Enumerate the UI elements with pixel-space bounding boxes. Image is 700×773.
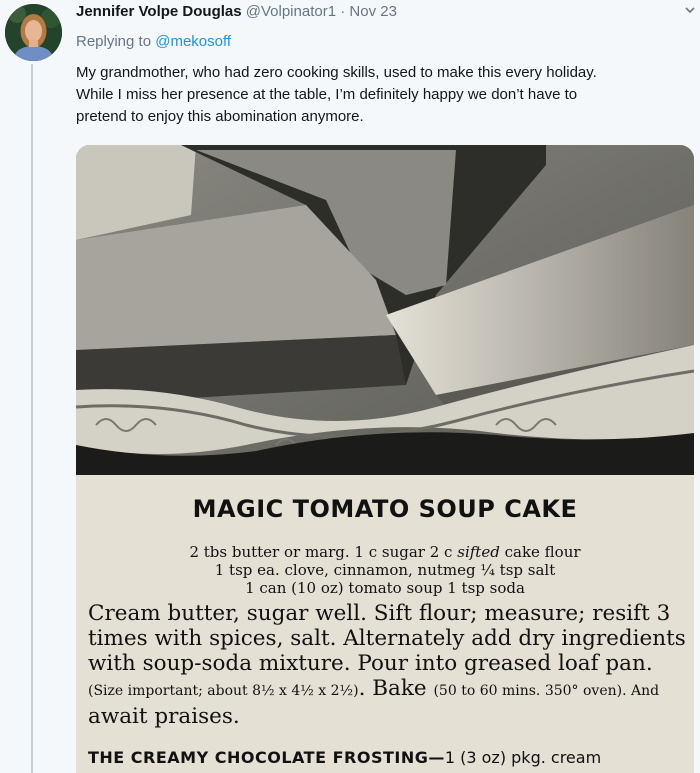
tweet-text: My grandmother, who had zero cooking ski… [76,62,676,128]
tweet-text-line: While I miss her presence at the table, … [76,86,578,103]
ingredients-line: 2 tbs butter or marg. 1 c sugar 2 c sift… [76,543,694,561]
frosting-text: 1 (3 oz) pkg. cream [444,748,602,767]
author-name[interactable]: Jennifer Volpe Douglas [76,3,242,20]
instructions-bake: . Bake [358,676,427,701]
tweet-text-line: My grandmother, who had zero cooking ski… [76,64,597,81]
tweet-text-line: pretend to enjoy this abomination anymor… [76,108,364,125]
ingredients-text: 2 tbs butter or marg. 1 c sugar 2 c [189,543,453,561]
avatar[interactable] [5,4,62,61]
thread-line [31,64,33,773]
ingredients-line: 1 can (10 oz) tomato soup 1 tsp soda [245,579,525,597]
frosting-line: THE CREAMY CHOCOLATE FROSTING—1 (3 oz) p… [88,748,694,767]
tweet-image[interactable]: MAGIC TOMATO SOUP CAKE 2 tbs butter or m… [76,145,694,773]
recipe-instructions: Cream butter, sugar well. Sift flour; me… [88,601,688,729]
recipe-card: MAGIC TOMATO SOUP CAKE 2 tbs butter or m… [76,475,694,773]
instructions-end-small: . And [622,683,660,699]
chevron-down-icon[interactable] [684,4,696,16]
instructions-bake-note: (50 to 60 mins. 350° oven) [433,683,623,699]
tweet-header: Jennifer Volpe Douglas @Volpinator1 · No… [76,3,397,20]
replying-to-label: Replying to [76,33,152,50]
ingredients-line: 1 tsp ea. clove, cinnamon, nutmeg ¼ tsp … [214,561,556,579]
ingredients-sifted: sifted [457,543,500,561]
author-handle[interactable]: @Volpinator1 [246,3,336,20]
instructions-main: Cream butter, sugar well. Sift flour; me… [88,601,686,676]
ingredients-text: cake flour [504,543,581,561]
replying-to: Replying to @mekosoff [76,33,231,50]
instructions-size-note: (Size important; about 8½ x 4½ x 2½) [88,683,359,699]
instructions-end: await praises. [88,704,240,729]
separator-dot: · [340,3,346,20]
recipe-title: MAGIC TOMATO SOUP CAKE [192,495,578,523]
reply-mention-link[interactable]: @mekosoff [155,33,231,50]
cake-photo [76,145,694,475]
tweet[interactable]: Jennifer Volpe Douglas @Volpinator1 · No… [0,0,700,773]
frosting-title: THE CREAMY CHOCOLATE FROSTING— [88,748,445,767]
tweet-date[interactable]: Nov 23 [349,3,397,20]
